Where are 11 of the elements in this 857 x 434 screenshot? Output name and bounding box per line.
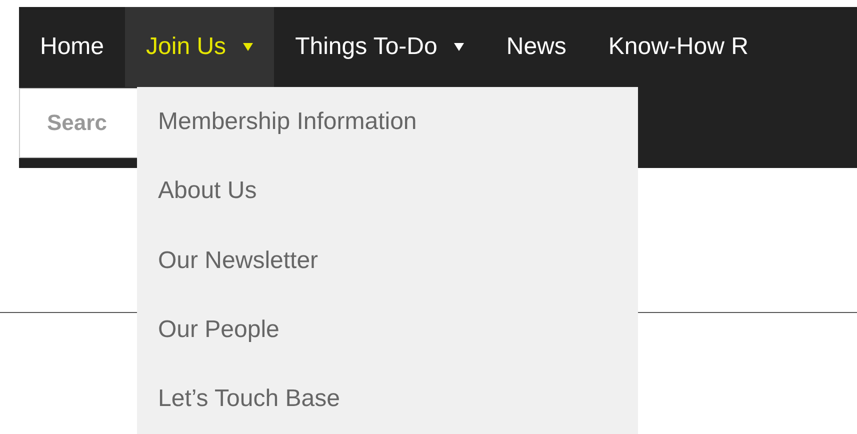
- menu-item[interactable]: Our Newsletter: [137, 226, 638, 296]
- menu-item[interactable]: Let’s Touch Base: [137, 364, 638, 434]
- nav-tab[interactable]: News: [485, 7, 588, 87]
- menu-item[interactable]: About Us: [137, 156, 638, 226]
- nav-tab[interactable]: Things To-Do: [274, 7, 486, 87]
- nav-tab[interactable]: Join Us: [125, 7, 274, 87]
- nav-tab[interactable]: Know-How R: [587, 7, 770, 87]
- nav-tab[interactable]: Home: [19, 7, 126, 87]
- menu-item[interactable]: Our People: [137, 295, 638, 365]
- menu-item[interactable]: Membership Information: [137, 87, 638, 156]
- search-field[interactable]: Searc: [19, 88, 140, 158]
